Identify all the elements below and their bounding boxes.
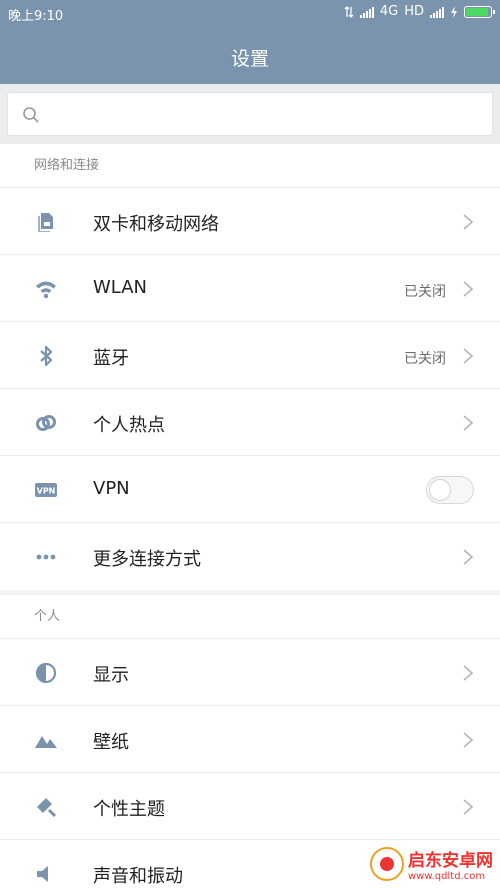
sound-icon [37, 866, 48, 882]
search-icon [23, 107, 39, 123]
hd-indicator: HD [404, 4, 424, 19]
section-personal: 个人 显示 壁纸 个性主题 声音和振动 [0, 595, 500, 889]
status-time: 晚上9:10 [8, 9, 64, 24]
watermark-main: 启东安卓网 [408, 851, 493, 871]
section-title: 网络和连接 [0, 144, 500, 188]
toggle-knob [429, 479, 451, 501]
search-input[interactable] [52, 99, 482, 129]
chevron-right-icon [463, 348, 474, 364]
settings-item-label: 蓝牙 [93, 348, 129, 369]
data-transfer-icon [344, 5, 354, 18]
settings-item-label: 声音和振动 [93, 866, 183, 887]
svg-text:VPN: VPN [37, 487, 56, 496]
hotspot-icon [36, 415, 56, 431]
vpn-icon: VPN [35, 483, 57, 497]
settings-item-hotspot[interactable]: 个人热点 [0, 389, 500, 456]
search-bar[interactable] [7, 92, 493, 136]
chevron-right-icon [463, 665, 474, 681]
wifi-icon [36, 281, 56, 299]
watermark-sub: www.qdltd.com [408, 871, 486, 882]
chevron-right-icon [463, 549, 474, 565]
settings-item-wallpaper[interactable]: 壁纸 [0, 706, 500, 773]
settings-item-vpn[interactable]: VPN VPN [0, 456, 500, 523]
settings-item-label: WLAN [93, 277, 148, 298]
app-header: 晚上9:10 4G HD 设置 [0, 0, 500, 84]
watermark: 启东安卓网 www.qdltd.com [370, 846, 493, 882]
wlan-status: 已关闭 [404, 284, 446, 300]
chevron-right-icon [463, 214, 474, 230]
theme-icon [37, 798, 57, 818]
wallpaper-icon [35, 736, 57, 748]
settings-item-label: 显示 [93, 665, 129, 686]
watermark-logo-icon [370, 847, 404, 881]
chevron-right-icon [463, 281, 474, 297]
settings-item-label: 壁纸 [93, 732, 129, 753]
bluetooth-icon [40, 345, 53, 367]
more-dots-icon [36, 554, 56, 560]
bluetooth-status: 已关闭 [404, 351, 446, 367]
settings-item-wlan[interactable]: WLAN 已关闭 [0, 255, 500, 322]
chevron-right-icon [463, 415, 474, 431]
settings-item-display[interactable]: 显示 [0, 639, 500, 706]
display-icon [35, 662, 57, 684]
settings-item-label: 个性主题 [93, 799, 165, 820]
page-title: 设置 [230, 48, 269, 70]
settings-item-label: 更多连接方式 [93, 549, 201, 570]
chevron-right-icon [463, 732, 474, 748]
charging-icon [451, 5, 457, 18]
status-bar: 晚上9:10 4G HD [0, 0, 500, 26]
signal-icon [359, 6, 374, 18]
section-network: 网络和连接 双卡和移动网络 WLAN 已关闭 蓝牙 已关闭 个人热点 VPN V… [0, 144, 500, 590]
settings-item-more-connections[interactable]: 更多连接方式 [0, 523, 500, 590]
network-type: 4G [379, 4, 399, 19]
settings-item-label: 个人热点 [93, 415, 165, 436]
settings-item-label: 双卡和移动网络 [93, 214, 219, 235]
sim-card-icon [38, 213, 53, 232]
vpn-toggle[interactable] [426, 476, 474, 504]
settings-item-label: VPN [93, 478, 130, 499]
section-title: 个人 [0, 595, 500, 639]
battery-icon [464, 5, 495, 18]
chevron-right-icon [463, 799, 474, 815]
status-indicators: 4G HD [344, 4, 495, 19]
settings-item-bluetooth[interactable]: 蓝牙 已关闭 [0, 322, 500, 389]
settings-item-dual-sim[interactable]: 双卡和移动网络 [0, 188, 500, 255]
watermark-text: 启东安卓网 www.qdltd.com [408, 846, 493, 882]
signal-icon-2 [430, 6, 444, 18]
search-area [0, 84, 500, 144]
settings-item-theme[interactable]: 个性主题 [0, 773, 500, 840]
